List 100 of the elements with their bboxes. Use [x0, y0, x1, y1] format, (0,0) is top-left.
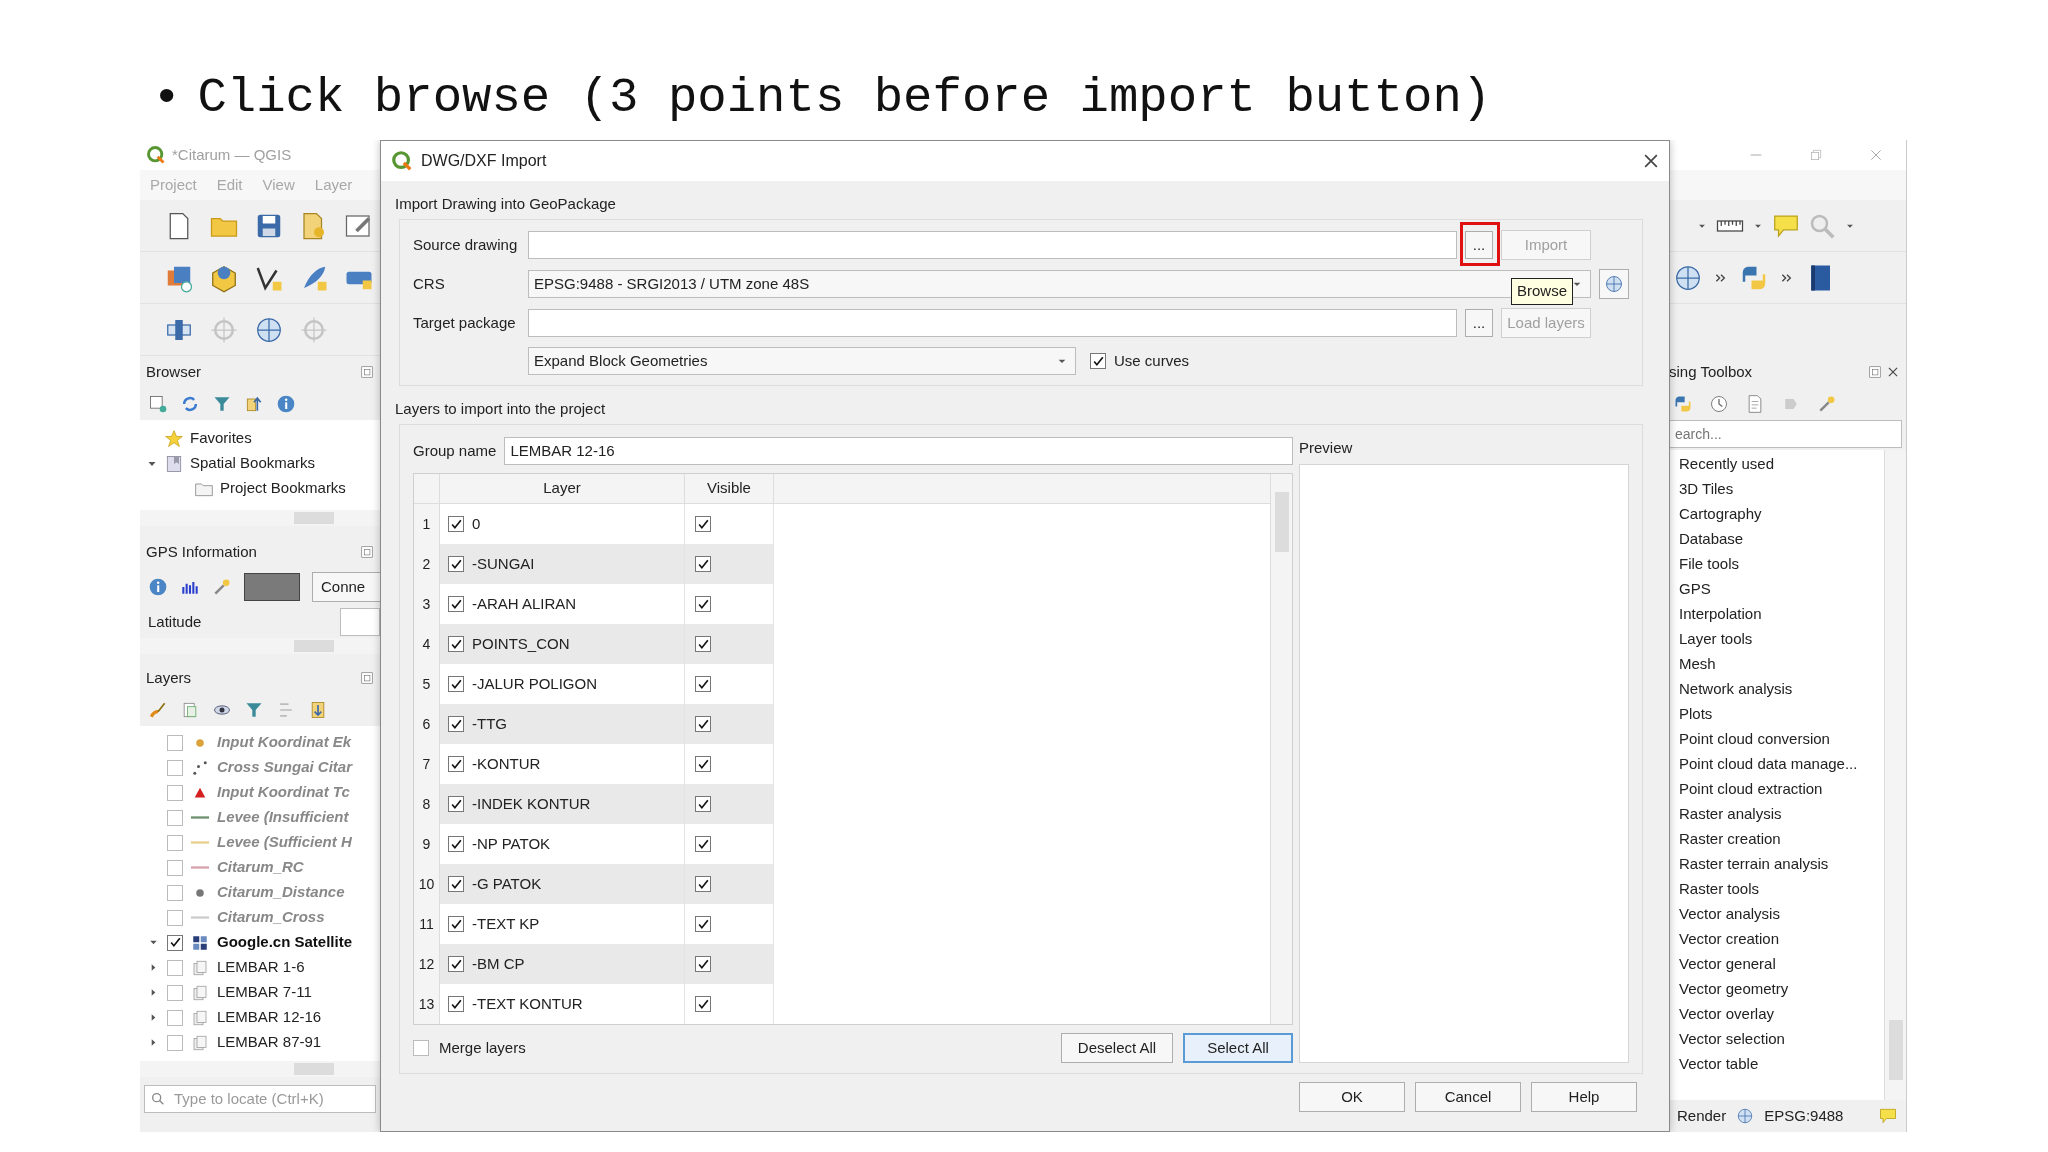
toolbox-item[interactable]: Point cloud extraction: [1669, 777, 1884, 802]
layer-name[interactable]: Cross Sungai Citar: [217, 756, 353, 779]
checkbox[interactable]: [167, 1034, 183, 1051]
checkbox[interactable]: [695, 516, 711, 532]
layer-name[interactable]: Input Koordinat Ek: [217, 731, 352, 754]
color-swatch[interactable]: [244, 573, 300, 601]
layer-name[interactable]: Levee (Insufficient: [217, 806, 349, 829]
tree-item[interactable]: Favorites: [190, 427, 252, 450]
layer-name[interactable]: Levee (Sufficient H: [217, 831, 352, 854]
dialog-button[interactable]: OK: [1299, 1082, 1405, 1112]
float-icon[interactable]: [360, 365, 374, 379]
add-icon[interactable]: [148, 394, 168, 414]
checkbox[interactable]: [448, 956, 464, 972]
toolbox-item[interactable]: Cartography: [1669, 502, 1884, 527]
layer-name[interactable]: Google.cn Satellite: [217, 931, 353, 954]
toolbox-item[interactable]: Vector overlay: [1669, 1002, 1884, 1027]
checkbox[interactable]: [448, 876, 464, 892]
select-all-button[interactable]: Select All: [1183, 1033, 1293, 1063]
checkbox-label[interactable]: Use curves: [1114, 349, 1190, 373]
globe-button[interactable]: [1599, 269, 1629, 299]
snake-icon[interactable]: [1673, 394, 1693, 414]
checkbox[interactable]: [167, 759, 183, 776]
checkbox[interactable]: [167, 784, 183, 801]
checkbox-label[interactable]: Merge layers: [439, 1036, 526, 1060]
checkbox[interactable]: [448, 716, 464, 732]
browse-button[interactable]: ...: [1465, 231, 1493, 259]
checkbox[interactable]: [695, 836, 711, 852]
layer-name[interactable]: LEMBAR 7-11: [217, 981, 312, 1004]
toolbox-item[interactable]: Layer tools: [1669, 627, 1884, 652]
scrollbar[interactable]: [140, 638, 380, 654]
connect-button[interactable]: Conne: [312, 572, 380, 602]
filter-icon[interactable]: [244, 700, 264, 720]
toolbox-item[interactable]: GPS: [1669, 577, 1884, 602]
toolbox-item[interactable]: File tools: [1669, 552, 1884, 577]
source-field[interactable]: [528, 231, 1457, 259]
group-name-field[interactable]: LEMBAR 12-16: [504, 437, 1293, 465]
toolbox-item[interactable]: Point cloud data manage...: [1669, 752, 1884, 777]
checkbox[interactable]: [695, 916, 711, 932]
layer-name[interactable]: Citarum_RC: [217, 856, 304, 879]
layer-name[interactable]: Input Koordinat Tc: [217, 781, 350, 804]
brush-icon[interactable]: [148, 700, 168, 720]
filter-icon[interactable]: [212, 394, 232, 414]
wrench-icon[interactable]: [212, 577, 232, 597]
checkbox[interactable]: [167, 834, 183, 851]
info-icon[interactable]: [148, 577, 168, 597]
checkbox[interactable]: [448, 516, 464, 532]
search-field[interactable]: earch...: [1669, 420, 1902, 448]
checkbox[interactable]: [167, 884, 183, 901]
deselect-all-button[interactable]: Deselect All: [1061, 1033, 1173, 1063]
checkbox[interactable]: [448, 676, 464, 692]
toolbox-item[interactable]: Raster creation: [1669, 827, 1884, 852]
crs-status[interactable]: EPSG:9488: [1764, 1104, 1844, 1128]
checkbox[interactable]: [695, 756, 711, 772]
toolbox-item[interactable]: Raster tools: [1669, 877, 1884, 902]
checkbox[interactable]: [167, 934, 183, 951]
checkbox[interactable]: [448, 756, 464, 772]
checkbox[interactable]: [1090, 353, 1106, 369]
toolbox-item[interactable]: Raster terrain analysis: [1669, 852, 1884, 877]
scrollbar[interactable]: [140, 510, 380, 526]
scrollbar[interactable]: [1270, 474, 1292, 1024]
tree-item[interactable]: Spatial Bookmarks: [190, 452, 316, 475]
layer-name[interactable]: Citarum_Distance: [217, 881, 345, 904]
checkbox[interactable]: [167, 1009, 183, 1026]
toolbox-item[interactable]: Vector geometry: [1669, 977, 1884, 1002]
latitude-field[interactable]: [340, 608, 380, 636]
toolbox-item[interactable]: Recently used: [1669, 452, 1884, 477]
toolbox-item[interactable]: Interpolation: [1669, 602, 1884, 627]
checkbox[interactable]: [695, 996, 711, 1012]
refresh-icon[interactable]: [180, 394, 200, 414]
info-icon[interactable]: [276, 394, 296, 414]
checkbox[interactable]: [448, 636, 464, 652]
toolbox-item[interactable]: Vector creation: [1669, 927, 1884, 952]
column-header[interactable]: Layer: [440, 474, 685, 503]
checkbox[interactable]: [695, 716, 711, 732]
checkbox[interactable]: [695, 676, 711, 692]
layer-name[interactable]: LEMBAR 12-16: [217, 1006, 322, 1029]
checkbox[interactable]: [695, 876, 711, 892]
layer-name[interactable]: Citarum_Cross: [217, 906, 325, 929]
checkbox[interactable]: [448, 836, 464, 852]
checkbox[interactable]: [695, 596, 711, 612]
toolbox-item[interactable]: Mesh: [1669, 652, 1884, 677]
checkbox[interactable]: [695, 636, 711, 652]
float-icon[interactable]: [360, 545, 374, 559]
layer-name[interactable]: LEMBAR 1-6: [217, 956, 305, 979]
scrollbar[interactable]: [1884, 450, 1906, 1100]
checkbox[interactable]: [413, 1040, 429, 1056]
dialog-button[interactable]: Cancel: [1415, 1082, 1521, 1112]
checkbox[interactable]: [448, 996, 464, 1012]
layer-name[interactable]: LEMBAR 87-91: [217, 1031, 322, 1054]
toolbox-item[interactable]: Vector table: [1669, 1052, 1884, 1077]
checkbox[interactable]: [167, 909, 183, 926]
wrench-icon[interactable]: [1817, 394, 1837, 414]
checkbox[interactable]: [167, 984, 183, 1001]
toolbox-item[interactable]: Database: [1669, 527, 1884, 552]
collapse-icon[interactable]: [244, 394, 264, 414]
dialog-button[interactable]: Help: [1531, 1082, 1637, 1112]
scrollbar[interactable]: [140, 1061, 380, 1077]
toolbox-item[interactable]: Network analysis: [1669, 677, 1884, 702]
toolbox-item[interactable]: Plots: [1669, 702, 1884, 727]
close-icon[interactable]: [1886, 365, 1900, 379]
